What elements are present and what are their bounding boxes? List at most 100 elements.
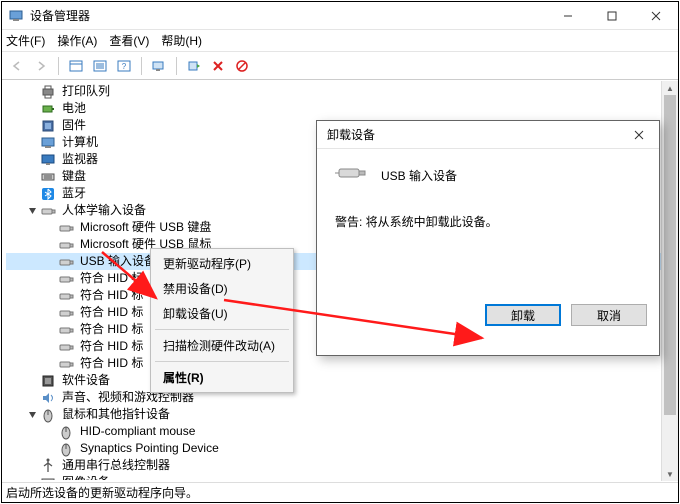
tree-item-label: 通用串行总线控制器 (60, 457, 172, 474)
tree-item[interactable]: 图像设备 (6, 474, 678, 480)
tree-item[interactable]: 打印队列 (6, 83, 678, 100)
usb-icon (40, 458, 56, 474)
dialog-device-name: USB 输入设备 (381, 167, 457, 184)
tree-item[interactable]: 电池 (6, 100, 678, 117)
tree-item-label: 蓝牙 (60, 185, 88, 202)
context-menu-separator (155, 329, 289, 330)
firmware-icon (40, 118, 56, 134)
toolbar-separator (58, 57, 59, 75)
sound-icon (40, 390, 56, 406)
show-hidden-button[interactable] (65, 55, 87, 77)
hid-icon (58, 254, 74, 270)
tree-item-label: 符合 HID 标 (78, 321, 145, 338)
tree-item-label: 符合 HID 标 (78, 287, 145, 304)
mouse-icon (58, 441, 74, 457)
tree-item[interactable]: HID-compliant mouse (6, 423, 678, 440)
back-button[interactable] (6, 55, 28, 77)
tree-item-label: 计算机 (60, 134, 100, 151)
hid-icon (40, 203, 56, 219)
uninstall-confirm-button[interactable]: 卸载 (485, 304, 561, 326)
vertical-scrollbar[interactable]: ▲ ▼ (661, 81, 678, 481)
status-text: 启动所选设备的更新驱动程序向导。 (6, 484, 198, 501)
computer-icon (40, 135, 56, 151)
collapse-icon[interactable] (26, 205, 38, 217)
menu-view[interactable]: 查看(V) (109, 32, 149, 49)
expander-placeholder (26, 137, 38, 149)
tree-item[interactable]: Synaptics Pointing Device (6, 440, 678, 457)
tree-item[interactable]: 通用串行总线控制器 (6, 457, 678, 474)
maximize-button[interactable] (590, 2, 634, 30)
expander-placeholder (44, 222, 56, 234)
tree-item-label: 电池 (60, 100, 88, 117)
menu-help[interactable]: 帮助(H) (161, 32, 202, 49)
hid-icon (58, 339, 74, 355)
hid-icon (58, 271, 74, 287)
toolbar-separator (141, 57, 142, 75)
toolbar: ? (2, 52, 678, 80)
expander-placeholder (44, 307, 56, 319)
context-menu[interactable]: 更新驱动程序(P)禁用设备(D)卸载设备(U) 扫描检测硬件改动(A) 属性(R) (150, 248, 294, 393)
dialog-title: 卸载设备 (327, 126, 619, 143)
svg-text:?: ? (122, 62, 127, 71)
dialog-close-button[interactable] (619, 121, 659, 149)
expander-placeholder (26, 154, 38, 166)
menu-bar: 文件(F) 操作(A) 查看(V) 帮助(H) (2, 30, 678, 52)
context-menu-item[interactable]: 更新驱动程序(P) (153, 251, 291, 276)
dialog-warning-text: 警告: 将从系统中卸载此设备。 (335, 213, 641, 230)
tree-item-label: 符合 HID 标 (78, 338, 145, 355)
tree-item-label: 符合 HID 标 (78, 355, 145, 372)
expander-placeholder (44, 324, 56, 336)
battery-icon (40, 101, 56, 117)
expander-placeholder (44, 443, 56, 455)
scan-button[interactable] (148, 55, 170, 77)
expander-placeholder (26, 171, 38, 183)
expander-placeholder (44, 273, 56, 285)
expander-placeholder (44, 426, 56, 438)
close-button[interactable] (634, 2, 678, 30)
tree-item-label: HID-compliant mouse (78, 423, 197, 440)
expander-placeholder (26, 120, 38, 132)
title-bar: 设备管理器 (2, 2, 678, 30)
uninstall-button[interactable] (207, 55, 229, 77)
properties-button[interactable] (89, 55, 111, 77)
tree-item-label: 打印队列 (60, 83, 112, 100)
expander-placeholder (44, 256, 56, 268)
forward-button[interactable] (30, 55, 52, 77)
tree-item[interactable]: 符合 HID 标 (6, 355, 678, 372)
update-driver-button[interactable] (183, 55, 205, 77)
tree-item-label: 图像设备 (60, 474, 112, 480)
context-menu-item[interactable]: 扫描检测硬件改动(A) (153, 333, 291, 358)
expander-placeholder (26, 103, 38, 115)
context-menu-separator (155, 361, 289, 362)
status-bar: 启动所选设备的更新驱动程序向导。 (2, 482, 678, 502)
dialog-title-bar: 卸载设备 (317, 121, 659, 149)
context-menu-item[interactable]: 属性(R) (153, 365, 291, 390)
scroll-up-icon[interactable]: ▲ (662, 81, 678, 95)
scroll-thumb[interactable] (664, 95, 676, 415)
help-button[interactable]: ? (113, 55, 135, 77)
uninstall-dialog: 卸载设备 USB 输入设备 警告: 将从系统中卸载此设备。 卸载 取消 (316, 120, 660, 356)
context-menu-item[interactable]: 禁用设备(D) (153, 276, 291, 301)
context-menu-item[interactable]: 卸载设备(U) (153, 301, 291, 326)
collapse-icon[interactable] (26, 409, 38, 421)
expander-placeholder (44, 290, 56, 302)
tree-item[interactable]: 鼠标和其他指针设备 (6, 406, 678, 423)
scroll-down-icon[interactable]: ▼ (662, 467, 678, 481)
tree-item[interactable]: 软件设备 (6, 372, 678, 389)
tree-item-label: USB 输入设备 (78, 253, 158, 270)
tree-item-label: 监视器 (60, 151, 100, 168)
minimize-button[interactable] (546, 2, 590, 30)
expander-placeholder (26, 477, 38, 481)
hid-icon (58, 305, 74, 321)
expander-placeholder (26, 460, 38, 472)
bluetooth-icon (40, 186, 56, 202)
cancel-button[interactable]: 取消 (571, 304, 647, 326)
expander-placeholder (26, 375, 38, 387)
menu-file[interactable]: 文件(F) (6, 32, 45, 49)
monitor-icon (40, 152, 56, 168)
disable-button[interactable] (231, 55, 253, 77)
window-title: 设备管理器 (30, 7, 546, 24)
menu-action[interactable]: 操作(A) (57, 32, 97, 49)
tree-item[interactable]: 声音、视频和游戏控制器 (6, 389, 678, 406)
toolbar-separator (176, 57, 177, 75)
